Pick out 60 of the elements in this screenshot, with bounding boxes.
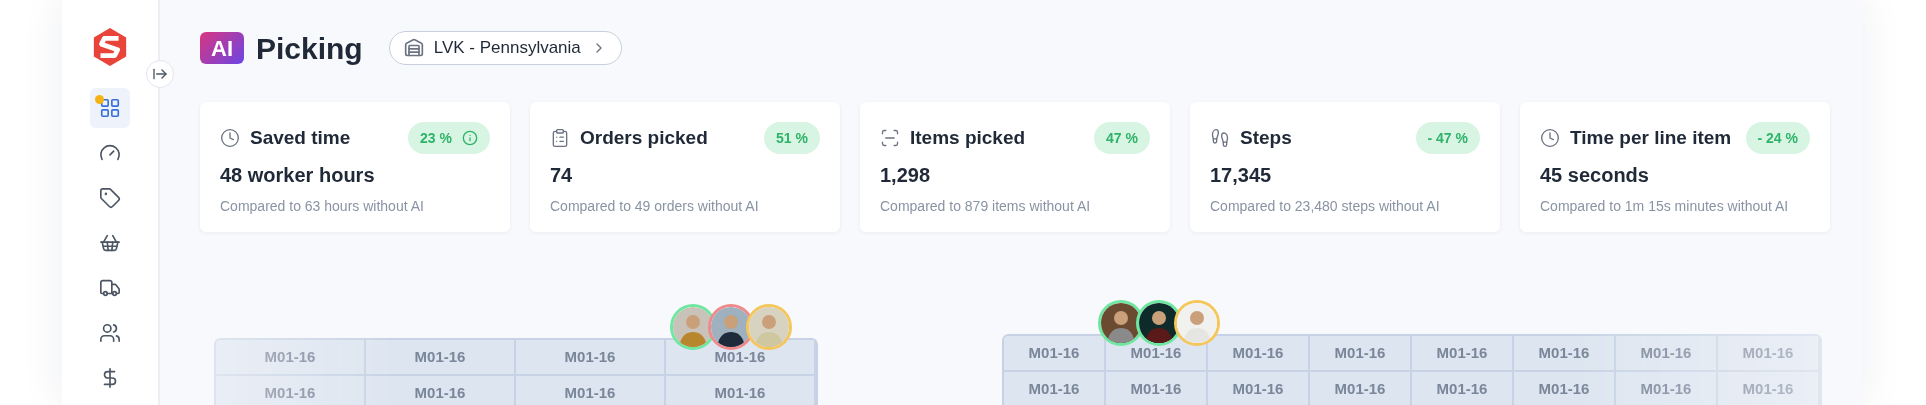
card-comparison: Compared to 879 items without AI <box>880 197 1092 216</box>
shelf-cell: M01-16 <box>516 340 666 376</box>
nav-item[interactable] <box>90 88 130 128</box>
shelf-cell: M01-16 <box>666 376 816 405</box>
shelf-cell: M01-16 <box>366 376 516 405</box>
change-badge: - 24 % <box>1745 122 1810 154</box>
change-badge: - 47 % <box>1415 122 1480 154</box>
footprints-icon <box>1210 128 1230 148</box>
card-title: Time per line item <box>1570 125 1732 150</box>
collapse-icon <box>152 66 168 82</box>
shelf-cell: M01-16 <box>516 376 666 405</box>
card-title: Orders picked <box>580 125 708 150</box>
page-title: Picking <box>256 30 363 67</box>
shelf-cell: M01-16 <box>1718 336 1820 372</box>
shelf-cell: M01-16 <box>366 340 516 376</box>
card-comparison: Compared to 49 orders without AI <box>550 197 760 216</box>
scanner-icon <box>880 128 900 148</box>
shelf-cell: M01-16 <box>216 376 366 405</box>
clipboard-icon <box>550 128 570 148</box>
clock-icon <box>220 128 240 148</box>
change-badge: 23 % <box>408 122 490 154</box>
shelf-cell: M01-16 <box>1718 372 1820 405</box>
shelf-cell: M01-16 <box>1106 372 1208 405</box>
truck-icon <box>99 277 121 299</box>
shelf-cell: M01-16 <box>1412 372 1514 405</box>
shelf-cell: M01-16 <box>1310 336 1412 372</box>
shelf-cell: M01-16 <box>1004 336 1106 372</box>
shelf-cell: M01-16 <box>1616 372 1718 405</box>
location-selector[interactable]: LVK - Pennsylvania <box>388 31 622 65</box>
shelf-cell: M01-16 <box>1412 336 1514 372</box>
card-value: 17,345 <box>1210 163 1273 188</box>
shelf-cell: M01-16 <box>1514 336 1616 372</box>
card-comparison: Compared to 23,480 steps without AI <box>1210 197 1441 216</box>
card-comparison: Compared to 1m 15s minutes without AI <box>1540 197 1790 216</box>
shelf-cell: M01-16 <box>1514 372 1616 405</box>
card-value: 74 <box>550 163 574 188</box>
shelf-cell: M01-16 <box>1310 372 1412 405</box>
change-badge: 47 % <box>1094 122 1150 154</box>
card-comparison: Compared to 63 hours without AI <box>220 197 425 216</box>
change-badge: 51 % <box>764 122 820 154</box>
shelf-cell: M01-16 <box>1004 372 1106 405</box>
card-value: 1,298 <box>880 163 932 188</box>
collapse-button[interactable] <box>146 60 174 88</box>
people-icon <box>99 322 121 344</box>
card-title: Items picked <box>910 125 1026 150</box>
card-value: 48 worker hours <box>220 163 376 188</box>
logo-icon <box>91 26 129 68</box>
card-title: Saved time <box>250 125 351 150</box>
shelf-cell: M01-16 <box>216 340 366 376</box>
shelf-cell: M01-16 <box>1208 372 1310 405</box>
basket-icon <box>99 232 121 254</box>
clock-icon <box>1540 128 1560 148</box>
tag-icon <box>99 187 121 209</box>
card-value: 45 seconds <box>1540 163 1650 188</box>
shelf-cell: M01-16 <box>1208 336 1310 372</box>
ai-badge: AI <box>200 32 244 64</box>
card-title: Steps <box>1240 125 1292 150</box>
shelf-cell: M01-16 <box>1616 336 1718 372</box>
grid-icon <box>99 97 121 119</box>
warehouse-icon <box>403 38 424 58</box>
